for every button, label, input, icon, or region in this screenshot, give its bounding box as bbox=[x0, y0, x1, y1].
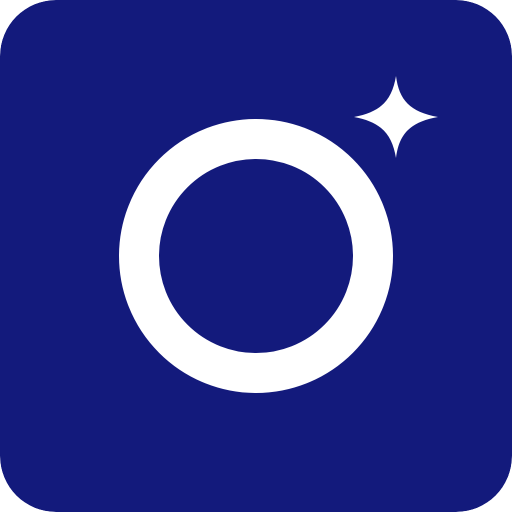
app-icon-background bbox=[0, 0, 512, 512]
app-icon-graphic bbox=[0, 0, 512, 512]
app-icon[interactable] bbox=[0, 0, 512, 512]
